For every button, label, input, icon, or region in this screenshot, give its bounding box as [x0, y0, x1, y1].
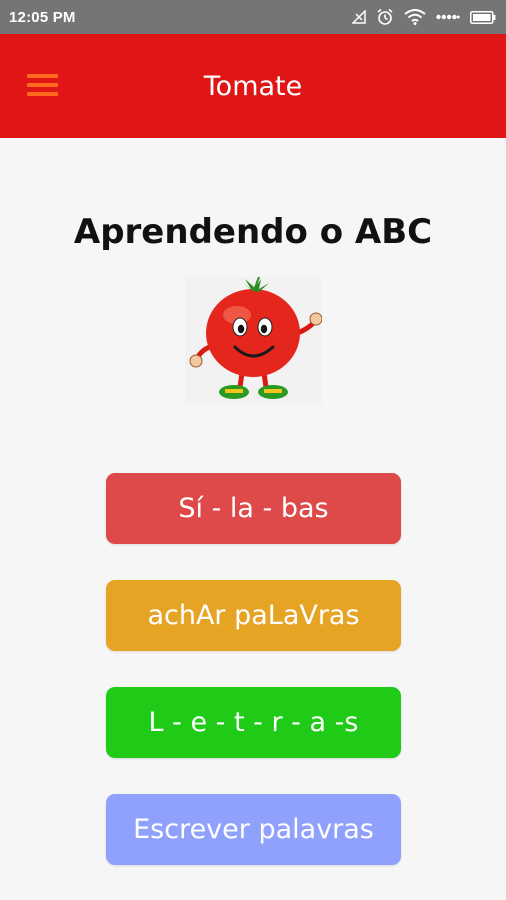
- signal-icon: [352, 10, 366, 24]
- page-heading: Aprendendo o ABC: [73, 212, 433, 252]
- tomato-mascot-image: [185, 276, 323, 405]
- letras-button[interactable]: L - e - t - r - a -s: [106, 687, 401, 758]
- hamburger-menu-icon[interactable]: [27, 74, 58, 96]
- app-title: Tomate: [203, 70, 303, 102]
- status-bar: 12:05 PM: [0, 0, 506, 34]
- app-bar: Tomate: [0, 34, 506, 138]
- silabas-button[interactable]: Sí - la - bas: [106, 473, 401, 544]
- wifi-icon: [404, 9, 426, 25]
- status-time: 12:05 PM: [9, 8, 76, 26]
- alarm-icon: [377, 8, 393, 25]
- achar-palavras-button[interactable]: achAr paLaVras: [106, 580, 401, 651]
- status-icons: [352, 8, 496, 26]
- battery-icon: [470, 10, 496, 24]
- escrever-palavras-button[interactable]: Escrever palavras: [106, 794, 401, 865]
- cellular-dots-icon: [436, 14, 460, 20]
